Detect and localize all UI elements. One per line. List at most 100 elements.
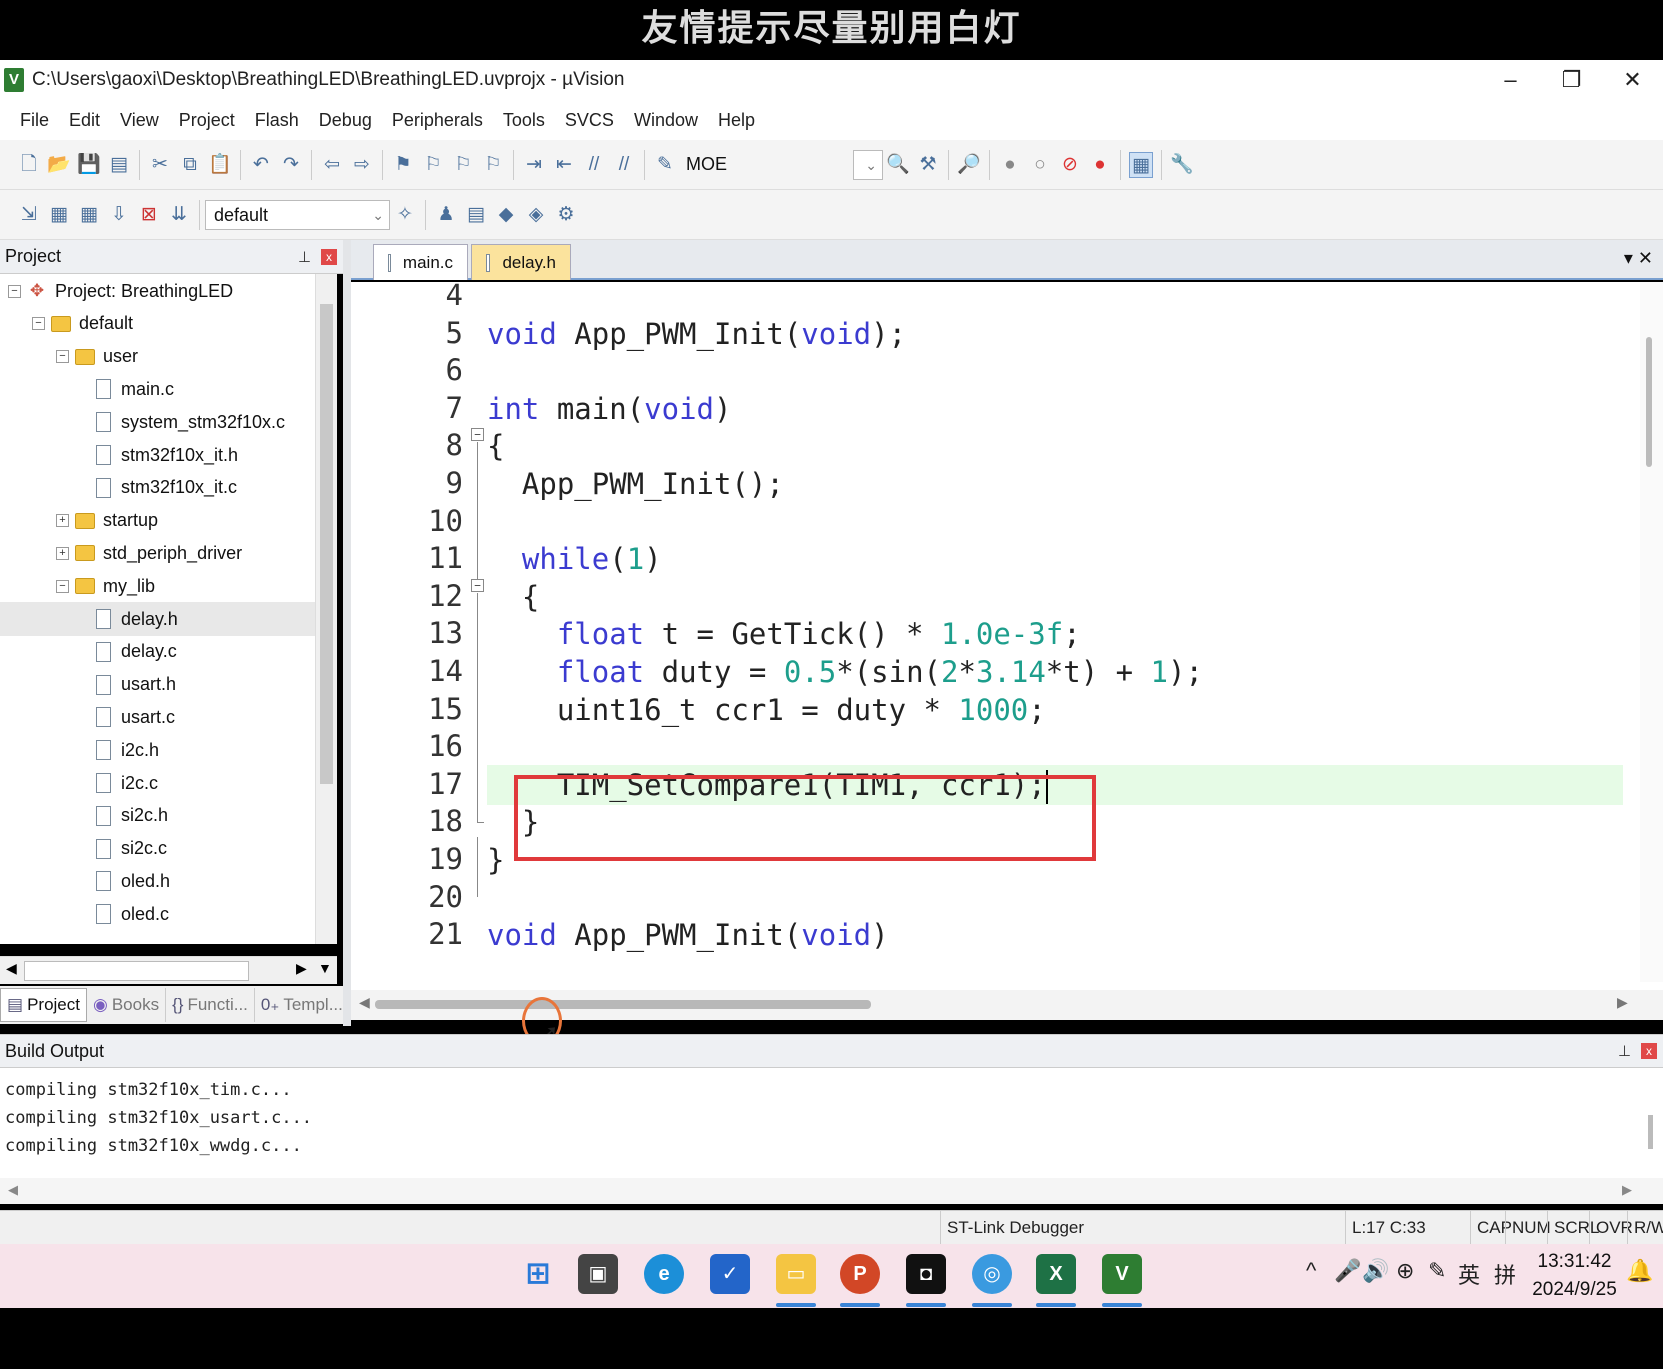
camera-icon[interactable]: ◘ [906, 1254, 946, 1294]
save-all-icon[interactable]: ▤ [107, 152, 131, 178]
manage-components-icon[interactable]: ▤ [464, 202, 488, 228]
minimize-button[interactable]: – [1480, 67, 1541, 93]
incremental-find-icon[interactable]: ⚒ [916, 152, 940, 178]
pack-installer-icon[interactable]: ◈ [524, 202, 548, 228]
comment-icon[interactable]: // [582, 152, 606, 178]
menu-view[interactable]: View [110, 110, 169, 131]
volume-icon[interactable]: 🔊 [1362, 1258, 1389, 1284]
powerpoint-icon[interactable]: P [840, 1254, 880, 1294]
notification-bell-icon[interactable]: 🔔 [1626, 1258, 1653, 1284]
undo-icon[interactable]: ↶ [249, 152, 273, 178]
cut-icon[interactable]: ✂ [148, 152, 172, 178]
close-icon[interactable]: x [1641, 1043, 1657, 1059]
explorer-folder-icon[interactable]: ▭ [776, 1254, 816, 1294]
collapse-icon[interactable]: − [8, 284, 21, 298]
file-manager-icon[interactable]: ▣ [578, 1254, 618, 1294]
menu-help[interactable]: Help [708, 110, 765, 131]
unindent-icon[interactable]: ⇤ [552, 152, 576, 178]
build-output-hscrollbar[interactable]: ◀ ▶ [0, 1178, 1663, 1204]
find-in-files-icon[interactable]: ✎ [653, 152, 677, 178]
menu-flash[interactable]: Flash [245, 110, 309, 131]
tab-main-c[interactable]: main.c [373, 244, 468, 280]
next-bookmark-icon[interactable]: ⚐ [451, 152, 475, 178]
fold-toggle-icon[interactable]: − [471, 579, 484, 592]
tree-item[interactable]: stm32f10x_it.h [0, 438, 238, 472]
tree-item[interactable]: − default [0, 307, 133, 341]
bookmark-icon[interactable]: ⚑ [391, 152, 415, 178]
stop-build-icon[interactable]: ⊠ [137, 202, 161, 228]
uncomment-icon[interactable]: // [612, 152, 636, 178]
menu-project[interactable]: Project [169, 110, 245, 131]
configure-icon[interactable]: 🔧 [1170, 152, 1194, 178]
tree-item[interactable]: i2c.h [0, 733, 159, 767]
kill-breakpoints-icon[interactable]: ● [1088, 152, 1112, 178]
code-editor[interactable]: 4 5 6 7 8 9 10 11 12 13 14 15 16 17 18 19 20 21 − − void … [351, 282, 1663, 990]
scroll-left-icon[interactable]: ◀ [6, 960, 17, 977]
project-tree-scrollbar[interactable] [315, 274, 337, 944]
scroll-down-icon[interactable]: ▼ [318, 960, 332, 976]
disable-breakpoint-icon[interactable]: ○ [1028, 152, 1052, 178]
menu-file[interactable]: File [10, 110, 59, 131]
menu-tools[interactable]: Tools [493, 110, 555, 131]
debug-session-icon[interactable]: 🔎 [957, 152, 981, 178]
scroll-right-icon[interactable]: ▶ [296, 960, 307, 977]
manage-project-icon[interactable]: ♟ [434, 202, 458, 228]
tree-item[interactable]: stm32f10x_it.c [0, 471, 237, 505]
tab-templates[interactable]: 0₊ Templ... [255, 988, 350, 1022]
prev-bookmark-icon[interactable]: ⚐ [421, 152, 445, 178]
redo-icon[interactable]: ↷ [279, 152, 303, 178]
tab-delay-h[interactable]: delay.h [471, 244, 571, 280]
pen-icon[interactable]: ✎ [1428, 1258, 1446, 1284]
pin-icon[interactable]: ⊥ [1618, 1042, 1631, 1060]
window-layout-icon[interactable]: ▦ [1129, 151, 1154, 178]
navigate-back-icon[interactable]: ⇦ [320, 152, 344, 178]
taskbar-clock[interactable]: 13:31:42 2024/9/25 [1527, 1248, 1622, 1304]
paste-icon[interactable]: 📋 [208, 152, 232, 178]
find-icon[interactable]: 🔍 [886, 152, 910, 178]
tree-item[interactable]: + std_periph_driver [0, 536, 242, 570]
menu-edit[interactable]: Edit [59, 110, 110, 131]
save-icon[interactable]: 💾 [77, 152, 101, 178]
menu-svcs[interactable]: SVCS [555, 110, 624, 131]
collapse-icon[interactable]: − [32, 317, 45, 331]
expand-icon[interactable]: + [56, 514, 69, 528]
select-packs-icon[interactable]: ◆ [494, 202, 518, 228]
scrollbar-thumb[interactable] [1646, 337, 1652, 467]
build-output-scrollbar-thumb[interactable] [1648, 1115, 1653, 1149]
input-method-indicator[interactable]: 拼 [1494, 1258, 1516, 1290]
tree-item[interactable]: main.c [0, 372, 174, 406]
expand-icon[interactable]: + [56, 546, 69, 560]
breakpoint-icon[interactable]: ● [998, 152, 1022, 178]
open-file-icon[interactable]: 📂 [47, 152, 71, 178]
scrollbar-thumb[interactable] [320, 304, 333, 784]
edge-icon[interactable]: e [644, 1254, 684, 1294]
tree-item[interactable]: oled.c [0, 897, 169, 931]
network-icon[interactable]: ⊕ [1396, 1258, 1414, 1284]
tree-item[interactable]: − my_lib [0, 569, 155, 603]
scroll-left-icon[interactable]: ◀ [359, 994, 370, 1011]
target-options-icon[interactable]: ✧ [393, 202, 417, 228]
close-button[interactable]: ✕ [1602, 67, 1663, 93]
tab-controls[interactable]: ▾ ✕ [1624, 248, 1653, 269]
run-environment-icon[interactable]: ⚙ [554, 202, 578, 228]
tray-expand-icon[interactable]: ^ [1306, 1258, 1316, 1284]
tree-item[interactable]: system_stm32f10x.c [0, 405, 285, 439]
project-tree-hscrollbar[interactable]: ◀ ▶ ▼ [0, 956, 337, 984]
panel-splitter[interactable] [343, 240, 351, 1026]
clear-bookmarks-icon[interactable]: ⚐ [481, 152, 505, 178]
tree-item[interactable]: − ✥ Project: BreathingLED [0, 274, 233, 308]
tree-item[interactable]: si2c.h [0, 799, 168, 833]
tab-functions[interactable]: {} Functi... [166, 988, 255, 1022]
indent-icon[interactable]: ⇥ [522, 152, 546, 178]
translate-icon[interactable]: ⇲ [17, 202, 41, 228]
input-language-indicator[interactable]: 英 [1458, 1258, 1480, 1290]
scrollbar-thumb[interactable] [24, 961, 249, 981]
tree-item[interactable]: + startup [0, 504, 158, 538]
tree-item[interactable]: delay.c [0, 635, 177, 669]
tree-item[interactable]: usart.c [0, 700, 175, 734]
menu-window[interactable]: Window [624, 110, 708, 131]
navigate-forward-icon[interactable]: ⇨ [350, 152, 374, 178]
disable-all-breakpoints-icon[interactable]: ⊘ [1058, 152, 1082, 178]
tree-item[interactable]: i2c.c [0, 766, 158, 800]
menu-peripherals[interactable]: Peripherals [382, 110, 493, 131]
